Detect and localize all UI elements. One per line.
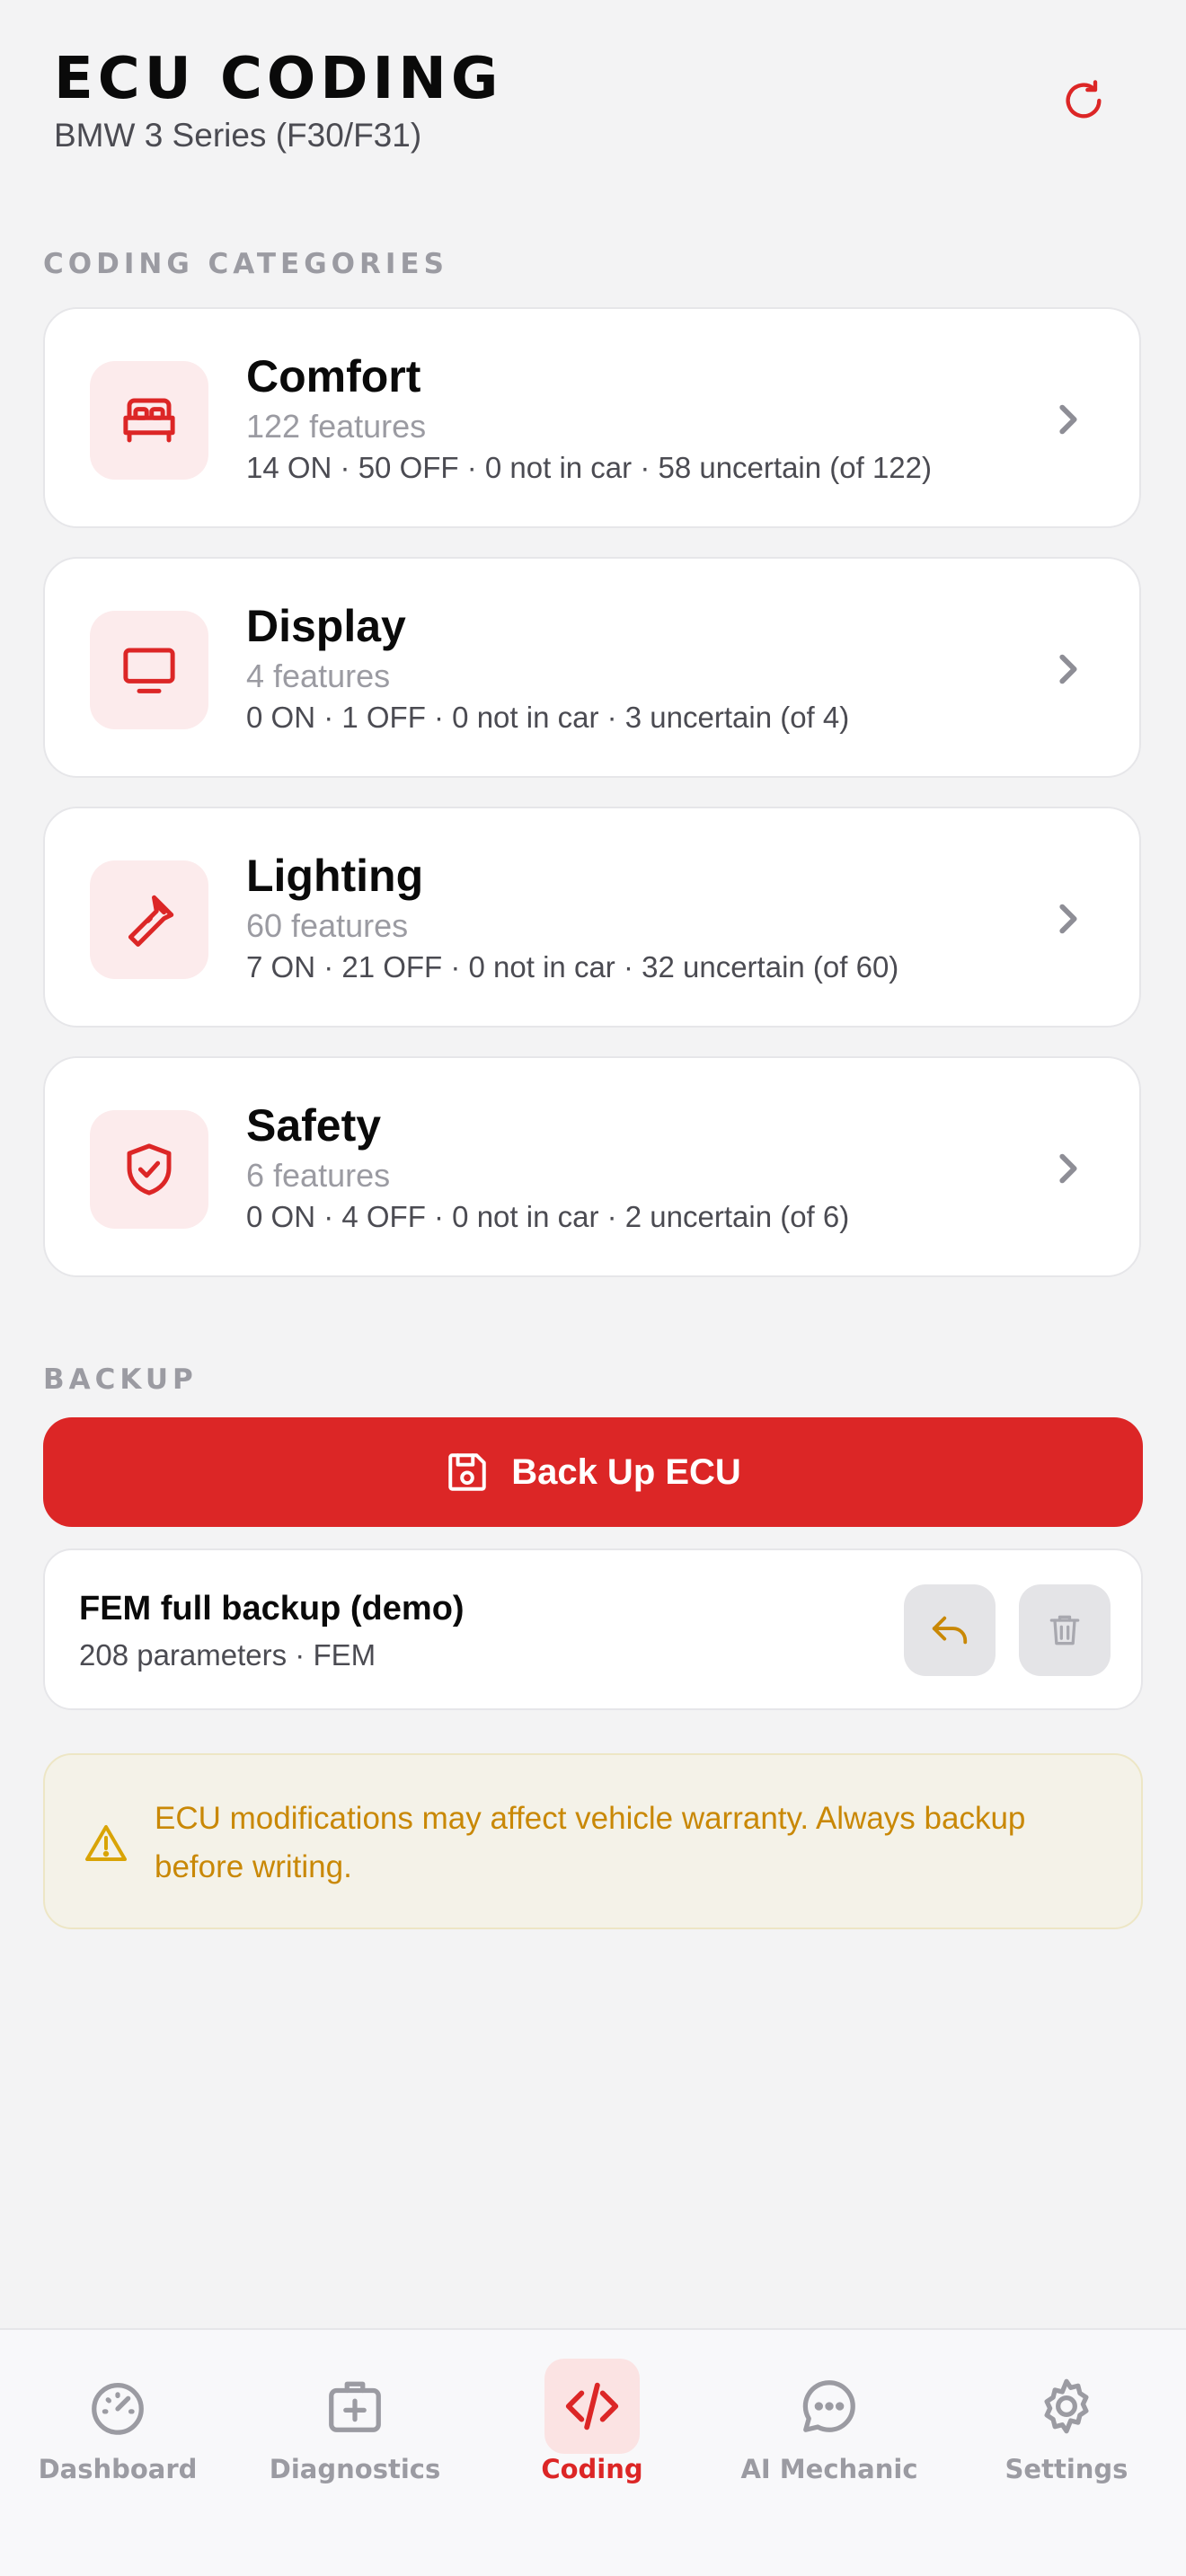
section-label-categories: CODING CATEGORIES	[43, 248, 448, 280]
page-header: ECU CODING BMW 3 Series (F30/F31)	[54, 43, 502, 154]
tab-diagnostics[interactable]: Diagnostics	[252, 2359, 458, 2493]
back-up-ecu-label: Back Up ECU	[511, 1451, 741, 1492]
category-feature-count: 6 features	[246, 1157, 391, 1194]
category-stats: 14 ON · 50 OFF · 0 not in car · 58 uncer…	[246, 451, 932, 484]
chevron-right-icon	[1059, 904, 1077, 934]
back-up-ecu-button[interactable]: Back Up ECU	[43, 1417, 1143, 1527]
backup-meta: 208 parameters · FEM	[79, 1638, 376, 1672]
tab-label: Diagnostics	[269, 2454, 441, 2484]
restore-backup-button[interactable]	[904, 1584, 996, 1676]
warning-text: ECU modifications may affect vehicle war…	[155, 1801, 1026, 1884]
category-stats: 0 ON · 4 OFF · 0 not in car · 2 uncertai…	[246, 1200, 850, 1233]
tab-dashboard[interactable]: Dashboard	[14, 2359, 221, 2493]
flashlight-icon	[128, 895, 174, 947]
trash-icon	[1049, 1615, 1080, 1645]
tab-label: Settings	[1005, 2454, 1128, 2484]
tab-label: Coding	[541, 2454, 643, 2484]
vehicle-subtitle: BMW 3 Series (F30/F31)	[54, 117, 422, 154]
category-card-display[interactable]: Display 4 features 0 ON · 1 OFF · 0 not …	[43, 557, 1141, 778]
category-name: Safety	[246, 1100, 382, 1151]
warning-triangle-icon	[85, 1825, 127, 1861]
refresh-icon	[1066, 80, 1102, 119]
category-card-lighting[interactable]: Lighting 60 features 7 ON · 21 OFF · 0 n…	[43, 807, 1141, 1028]
chevron-right-icon	[1059, 404, 1077, 435]
category-feature-count: 60 features	[246, 907, 409, 944]
gauge-icon	[92, 2383, 144, 2435]
shield-check-icon	[127, 1143, 172, 1195]
category-card-comfort[interactable]: Comfort 122 features 14 ON · 50 OFF · 0 …	[43, 307, 1141, 528]
section-label-backup: BACKUP	[43, 1363, 198, 1396]
gear-icon	[1044, 2378, 1089, 2434]
code-icon	[565, 2382, 619, 2430]
category-feature-count: 4 features	[246, 657, 391, 694]
monitor-icon	[123, 648, 175, 693]
chat-bubble-icon	[802, 2380, 855, 2432]
tab-label: Dashboard	[38, 2454, 198, 2484]
page-title: ECU CODING	[54, 46, 503, 112]
tab-coding[interactable]: Coding	[489, 2359, 695, 2493]
backup-list-item: FEM full backup (demo) 208 parameters · …	[43, 1548, 1143, 1710]
backup-title: FEM full backup (demo)	[79, 1590, 465, 1628]
category-name: Lighting	[246, 851, 424, 901]
tab-settings[interactable]: Settings	[963, 2359, 1170, 2493]
tab-ai-mechanic[interactable]: AI Mechanic	[726, 2359, 933, 2493]
category-card-safety[interactable]: Safety 6 features 0 ON · 4 OFF · 0 not i…	[43, 1056, 1141, 1277]
bottom-tab-bar: Dashboard Diagnostics Coding AI Mechanic…	[0, 2328, 1186, 2576]
medical-kit-icon	[329, 2381, 381, 2432]
category-stats: 0 ON · 1 OFF · 0 not in car · 3 uncertai…	[246, 701, 850, 734]
category-feature-count: 122 features	[246, 408, 427, 445]
bed-icon	[123, 398, 175, 443]
tab-label: AI Mechanic	[740, 2454, 918, 2484]
save-icon	[448, 1453, 486, 1491]
chevron-right-icon	[1059, 654, 1077, 684]
category-stats: 7 ON · 21 OFF · 0 not in car · 32 uncert…	[246, 950, 899, 984]
warranty-warning: ECU modifications may affect vehicle war…	[43, 1753, 1143, 1929]
restore-icon	[932, 1616, 968, 1645]
category-name: Comfort	[246, 351, 421, 401]
category-name: Display	[246, 601, 406, 651]
refresh-button[interactable]	[1055, 72, 1112, 129]
chevron-right-icon	[1059, 1153, 1077, 1184]
delete-backup-button[interactable]	[1019, 1584, 1111, 1676]
